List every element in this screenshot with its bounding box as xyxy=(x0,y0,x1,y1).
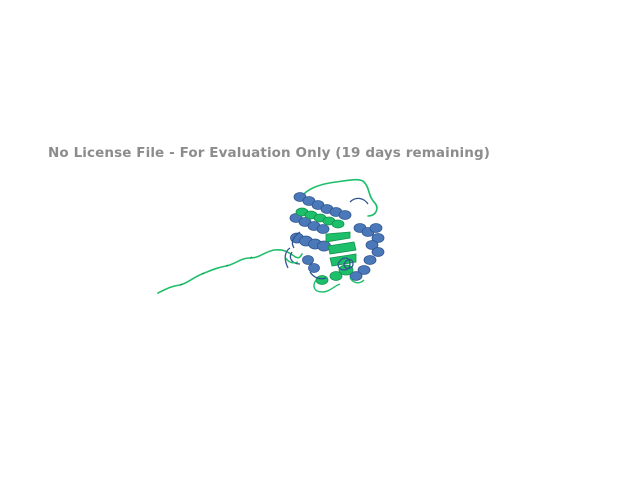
green-tail-strand xyxy=(157,249,303,294)
protein-cartoon-icon[interactable] xyxy=(150,172,400,302)
evaluation-watermark: No License File - For Evaluation Only (1… xyxy=(48,145,491,161)
molecular-viewer-canvas[interactable]: No License File - For Evaluation Only (1… xyxy=(0,0,640,480)
